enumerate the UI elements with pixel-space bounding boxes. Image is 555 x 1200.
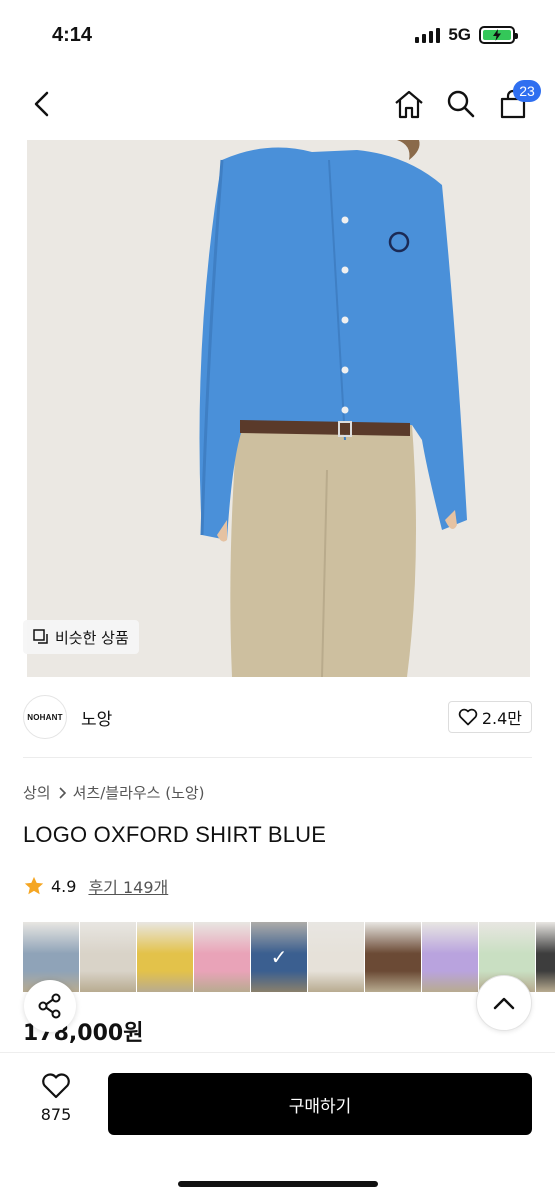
similar-icon — [33, 629, 48, 644]
divider — [23, 757, 532, 758]
signal-icon — [415, 27, 441, 43]
color-option-thumbnail[interactable]: ✓ — [251, 922, 307, 992]
battery-icon — [479, 26, 518, 44]
color-option-thumbnail[interactable] — [194, 922, 250, 992]
buy-button[interactable]: 구매하기 — [108, 1073, 532, 1135]
color-option-thumbnail[interactable] — [137, 922, 193, 992]
breadcrumb-category[interactable]: 상의 — [23, 782, 51, 803]
search-icon — [447, 90, 475, 118]
cart-count-badge: 23 — [513, 80, 541, 102]
nav-bar: 23 — [0, 78, 555, 130]
status-indicators: 5G — [415, 25, 518, 45]
product-image[interactable] — [27, 140, 530, 677]
review-link[interactable]: 후기 149개 — [88, 874, 168, 898]
color-option-thumbnail[interactable] — [422, 922, 478, 992]
chevron-right-icon — [59, 786, 66, 799]
scroll-top-button[interactable] — [476, 975, 532, 1031]
color-option-thumbnail[interactable] — [80, 922, 136, 992]
home-indicator — [178, 1181, 378, 1187]
brand-row: NOHANT 노앙 2.4만 — [23, 694, 532, 740]
rating-value: 4.9 — [51, 876, 77, 896]
heart-icon — [42, 1073, 70, 1099]
color-option-thumbnail[interactable] — [308, 922, 364, 992]
brand-like-button[interactable]: 2.4만 — [447, 701, 532, 733]
breadcrumb-subcategory[interactable]: 셔츠/블라우스 (노앙) — [73, 782, 205, 803]
color-option-thumbnail[interactable] — [536, 922, 555, 992]
brand-link[interactable]: NOHANT 노앙 — [23, 695, 112, 739]
color-options: ✓ — [23, 922, 555, 992]
star-icon — [24, 876, 44, 895]
cart-button[interactable]: 23 — [497, 80, 541, 120]
home-button[interactable] — [393, 88, 425, 120]
brand-name: 노앙 — [81, 709, 113, 730]
status-bar: 4:14 5G — [0, 0, 555, 70]
wish-button[interactable]: 875 — [30, 1073, 82, 1124]
rating-row: 4.9 후기 149개 — [23, 874, 168, 898]
network-label: 5G — [448, 25, 471, 44]
heart-icon — [458, 708, 478, 726]
similar-products-button[interactable]: 비슷한 상품 — [23, 620, 139, 654]
wish-count: 875 — [40, 1105, 72, 1124]
brand-like-count: 2.4만 — [481, 709, 522, 728]
status-time: 4:14 — [52, 23, 93, 46]
chevron-up-icon — [493, 997, 515, 1010]
brand-logo: NOHANT — [23, 695, 67, 739]
share-button[interactable] — [24, 980, 76, 1032]
product-title: LOGO OXFORD SHIRT BLUE — [23, 822, 327, 847]
chevron-left-icon — [34, 91, 49, 117]
share-icon — [38, 993, 61, 1019]
color-option-thumbnail[interactable] — [365, 922, 421, 992]
breadcrumb: 상의 셔츠/블라우스 (노앙) — [23, 782, 205, 803]
model-photo — [27, 140, 530, 677]
search-button[interactable] — [445, 88, 477, 120]
bottom-bar: 875 구매하기 — [0, 1052, 555, 1200]
home-icon — [395, 90, 423, 119]
similar-products-label: 비슷한 상품 — [55, 628, 129, 647]
back-button[interactable] — [26, 88, 58, 120]
selected-check-icon: ✓ — [251, 922, 307, 992]
